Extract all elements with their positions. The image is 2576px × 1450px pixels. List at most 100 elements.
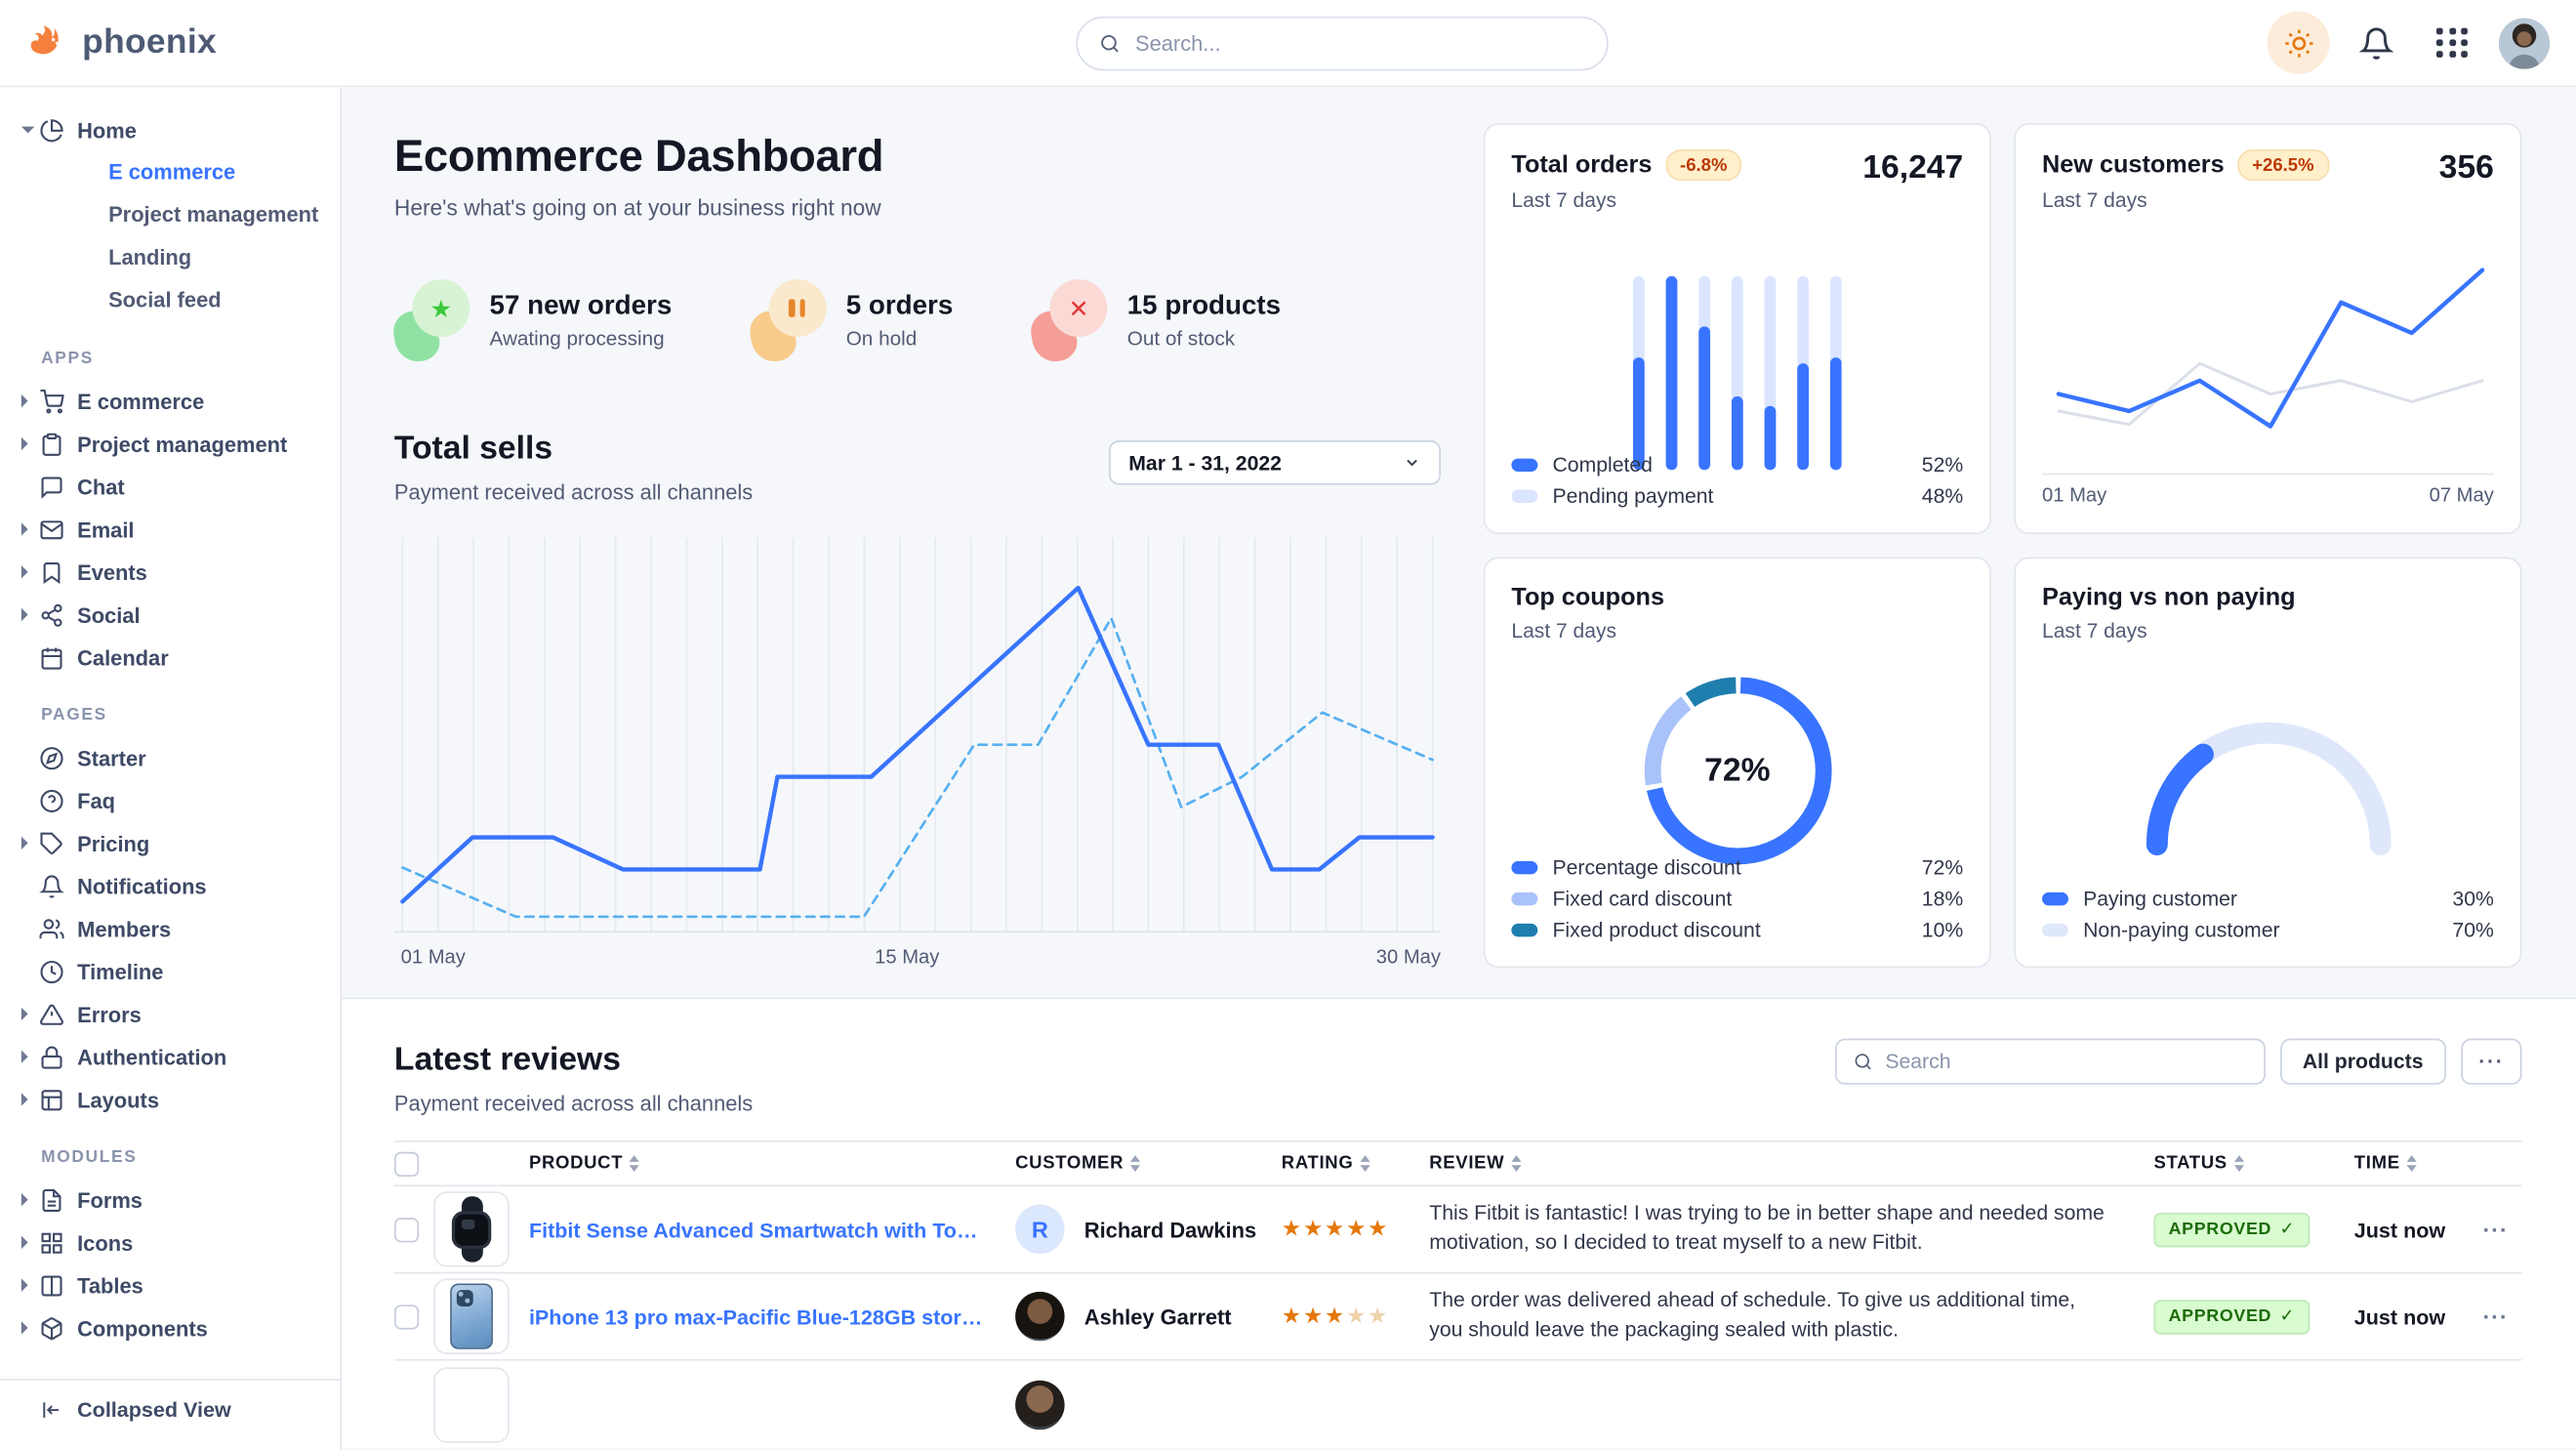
sidebar-item-timeline[interactable]: Timeline bbox=[0, 950, 340, 993]
select-all-checkbox[interactable] bbox=[394, 1151, 419, 1176]
chevron-right-icon bbox=[21, 1193, 28, 1206]
sidebar-item-starter[interactable]: Starter bbox=[0, 736, 340, 779]
card-period: Last 7 days bbox=[1511, 620, 1664, 643]
column-status[interactable]: STATUS bbox=[2153, 1153, 2353, 1173]
column-time[interactable]: TIME bbox=[2354, 1153, 2470, 1173]
sidebar-item-forms[interactable]: Forms bbox=[0, 1179, 340, 1222]
global-search-input[interactable] bbox=[1135, 31, 1585, 56]
sidebar-item-components[interactable]: Components bbox=[0, 1306, 340, 1349]
card-title: New customers bbox=[2042, 151, 2225, 180]
column-product[interactable]: PRODUCT bbox=[529, 1153, 1015, 1173]
clipboard-icon bbox=[39, 432, 63, 456]
clock-icon bbox=[39, 959, 63, 983]
sidebar-item-faq[interactable]: Faq bbox=[0, 779, 340, 822]
chevron-right-icon bbox=[21, 1050, 28, 1062]
star-icon: ★ bbox=[394, 279, 470, 361]
date-range-select[interactable]: Mar 1 - 31, 2022 bbox=[1109, 440, 1441, 484]
product-link[interactable]: Fitbit Sense Advanced Smartwatch with To… bbox=[529, 1217, 1015, 1241]
sidebar-item-landing[interactable]: Landing bbox=[0, 236, 340, 279]
sidebar-item-notifications[interactable]: Notifications bbox=[0, 864, 340, 907]
x-tick: 01 May bbox=[401, 945, 466, 969]
sidebar-item-members[interactable]: Members bbox=[0, 907, 340, 950]
column-rating[interactable]: RATING bbox=[1282, 1153, 1429, 1173]
theme-toggle-button[interactable] bbox=[2268, 12, 2330, 74]
chevron-right-icon bbox=[21, 608, 28, 621]
chevron-right-icon bbox=[21, 522, 28, 535]
apps-menu-button[interactable] bbox=[2422, 12, 2484, 74]
chevron-right-icon bbox=[21, 565, 28, 578]
customer-name: Ashley Garrett bbox=[1084, 1304, 1232, 1328]
star-icon: ★ bbox=[1368, 1304, 1389, 1328]
sidebar-item-home[interactable]: Home bbox=[0, 108, 340, 151]
card-title: Paying vs non paying bbox=[2042, 583, 2296, 611]
row-actions-button[interactable]: ··· bbox=[2470, 1216, 2522, 1242]
sort-icon bbox=[630, 1155, 639, 1172]
column-review[interactable]: REVIEW bbox=[1429, 1153, 2153, 1173]
sidebar-item-layouts[interactable]: Layouts bbox=[0, 1078, 340, 1121]
sidebar-item-errors[interactable]: Errors bbox=[0, 993, 340, 1036]
reviews-search-input[interactable] bbox=[1885, 1050, 2246, 1073]
sidebar-item-ecommerce[interactable]: E commerce bbox=[0, 380, 340, 423]
star-icon: ★ bbox=[1282, 1216, 1303, 1240]
change-badge: +26.5% bbox=[2237, 149, 2329, 181]
brand-logo[interactable]: phoenix bbox=[26, 21, 217, 64]
row-checkbox[interactable] bbox=[394, 1304, 419, 1328]
paying-gauge-chart bbox=[2128, 700, 2407, 873]
sidebar-item-project-management-dashboard[interactable]: Project management bbox=[0, 194, 340, 237]
sidebar-item-icons[interactable]: Icons bbox=[0, 1221, 340, 1264]
sidebar-item-label: Timeline bbox=[77, 959, 163, 983]
sidebar-item-label: Calendar bbox=[77, 645, 169, 670]
product-thumbnail[interactable] bbox=[433, 1366, 509, 1441]
sidebar-item-events[interactable]: Events bbox=[0, 551, 340, 594]
sidebar-item-email[interactable]: Email bbox=[0, 508, 340, 551]
review-time: Just now bbox=[2354, 1304, 2470, 1328]
legend-label: Pending payment bbox=[1552, 484, 1713, 508]
legend-value: 48% bbox=[1922, 484, 1963, 508]
global-search[interactable] bbox=[1076, 17, 1608, 71]
legend-value: 52% bbox=[1922, 453, 1963, 476]
top-coupons-donut-chart: 72% bbox=[1639, 672, 1836, 869]
sidebar-item-ecommerce-dashboard[interactable]: E commerce bbox=[0, 151, 340, 194]
sun-icon bbox=[2283, 27, 2314, 59]
user-avatar[interactable] bbox=[2499, 18, 2550, 68]
product-thumbnail-iphone[interactable] bbox=[433, 1278, 509, 1353]
users-icon bbox=[39, 916, 63, 940]
brand-name: phoenix bbox=[82, 23, 217, 62]
sidebar-item-social-feed[interactable]: Social feed bbox=[0, 279, 340, 322]
sidebar-item-social[interactable]: Social bbox=[0, 594, 340, 637]
chevron-right-icon bbox=[21, 1008, 28, 1020]
stat-out-of-stock: ✕ 15 products Out of stock bbox=[1032, 279, 1281, 361]
legend-label: Paying customer bbox=[2083, 887, 2237, 910]
notifications-button[interactable] bbox=[2345, 12, 2407, 74]
table-header-row: PRODUCT CUSTOMER RATING REVIEW STATUS bbox=[394, 1140, 2522, 1186]
column-customer[interactable]: CUSTOMER bbox=[1015, 1153, 1282, 1173]
sidebar-item-pricing[interactable]: Pricing bbox=[0, 822, 340, 865]
sidebar-item-chat[interactable]: Chat bbox=[0, 465, 340, 508]
sidebar-item-calendar[interactable]: Calendar bbox=[0, 636, 340, 679]
card-title: Total orders bbox=[1511, 151, 1652, 180]
customer-avatar bbox=[1015, 1292, 1064, 1341]
dashboard-overview-section: Ecommerce Dashboard Here's what's going … bbox=[342, 87, 2576, 999]
collapse-sidebar-button[interactable]: Collapsed View bbox=[39, 1397, 230, 1422]
x-tick: 30 May bbox=[1376, 945, 1441, 969]
row-actions-button[interactable]: ··· bbox=[2470, 1304, 2522, 1330]
reviews-search[interactable] bbox=[1834, 1039, 2265, 1085]
sidebar-item-label: Email bbox=[77, 517, 134, 541]
page-title: Ecommerce Dashboard bbox=[394, 132, 1441, 183]
sidebar-item-authentication[interactable]: Authentication bbox=[0, 1035, 340, 1078]
product-thumbnail-smartwatch[interactable] bbox=[433, 1191, 509, 1266]
card-period: Last 7 days bbox=[2042, 189, 2329, 213]
customer-name: Richard Dawkins bbox=[1084, 1217, 1256, 1241]
sidebar-item-project-management[interactable]: Project management bbox=[0, 423, 340, 466]
sidebar-item-label: Project management bbox=[77, 432, 287, 456]
row-checkbox[interactable] bbox=[394, 1217, 419, 1241]
star-icon: ★ bbox=[1346, 1304, 1368, 1328]
bookmark-icon bbox=[39, 559, 63, 584]
reviews-more-button[interactable]: ··· bbox=[2461, 1039, 2521, 1085]
reviews-subtitle: Payment received across all channels bbox=[394, 1092, 2522, 1116]
product-link[interactable]: iPhone 13 pro max-Pacific Blue-128GB sto… bbox=[529, 1304, 1015, 1328]
sidebar-item-label: Home bbox=[77, 117, 137, 142]
sidebar-item-tables[interactable]: Tables bbox=[0, 1264, 340, 1306]
sidebar-item-label: Tables bbox=[77, 1273, 143, 1298]
all-products-button[interactable]: All products bbox=[2279, 1039, 2446, 1085]
